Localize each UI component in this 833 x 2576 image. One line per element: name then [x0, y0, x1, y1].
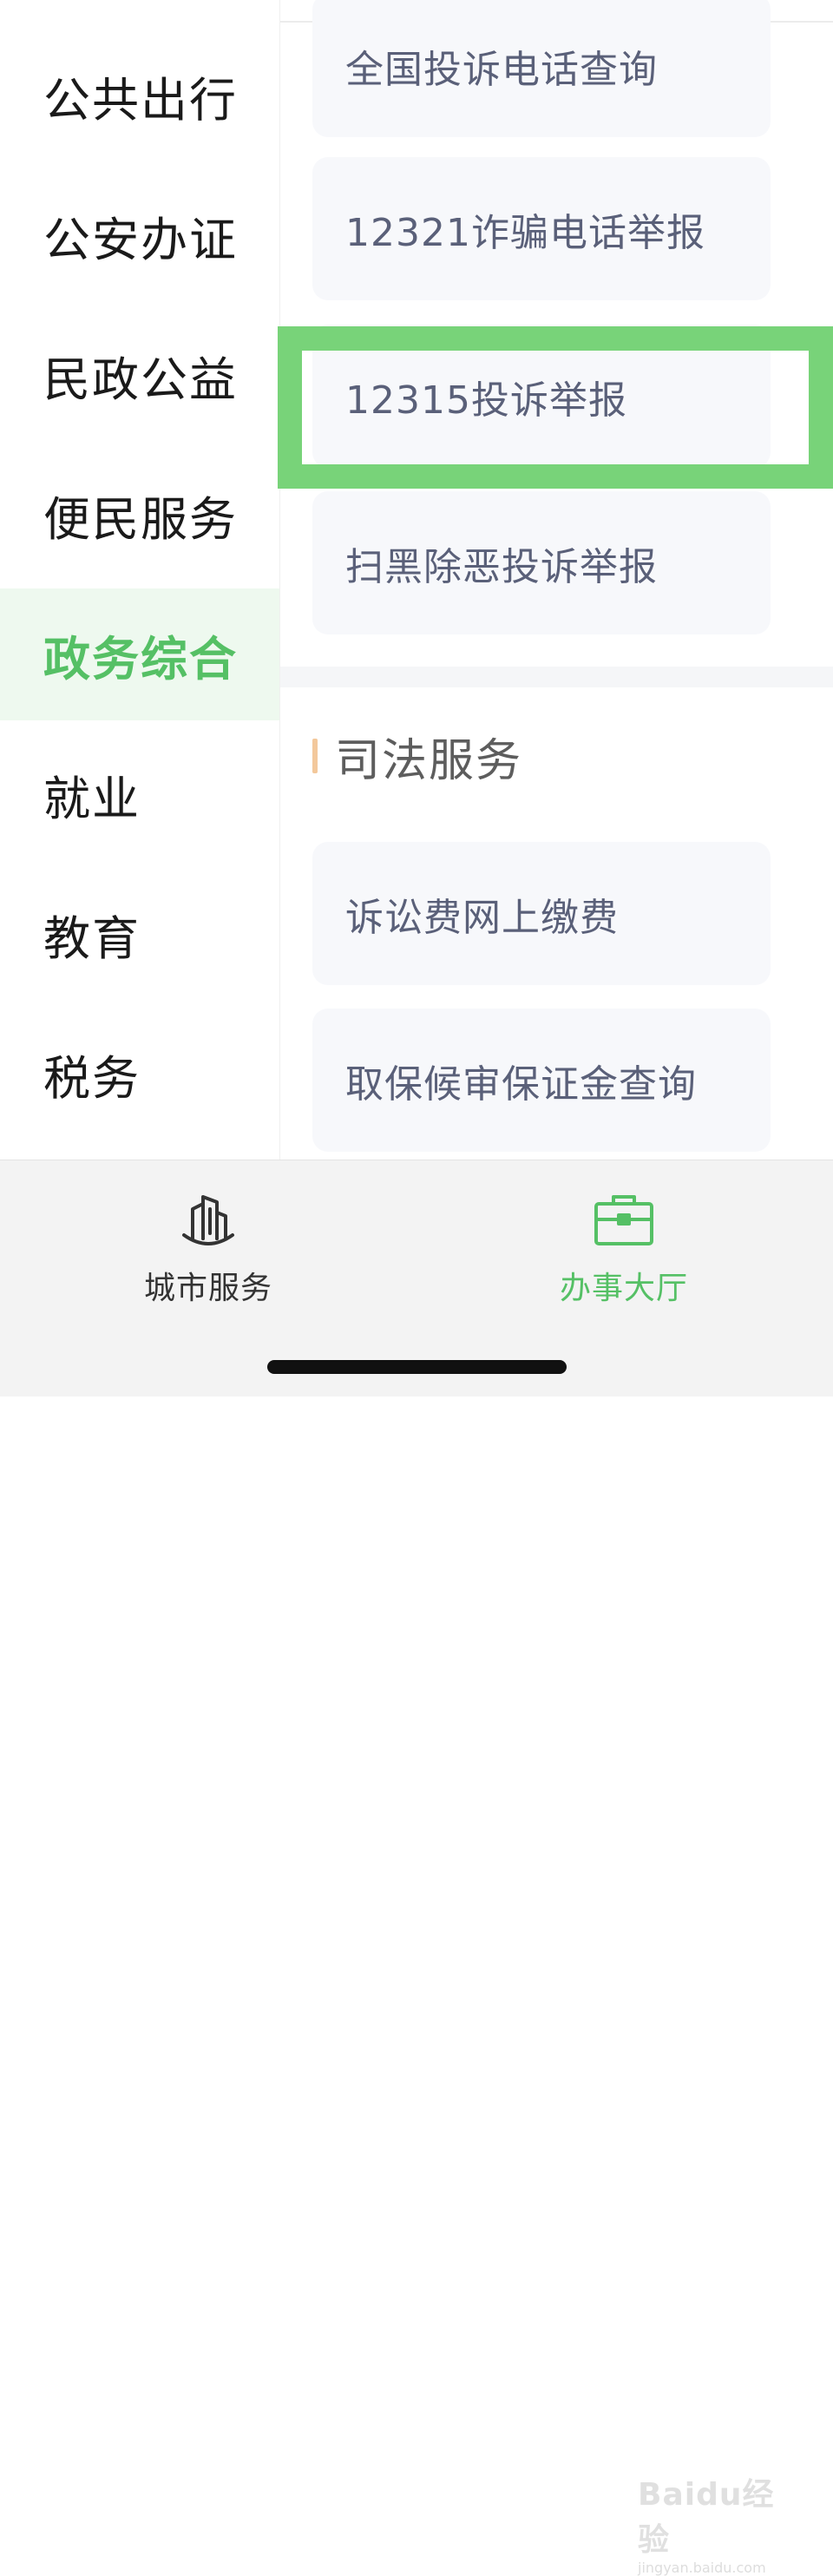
city-building-icon [182, 1195, 234, 1245]
service-card-label: 12321诈骗电话举报 [345, 210, 705, 255]
section-accent-bar [312, 739, 318, 773]
service-card-litigation-fee-payment[interactable]: 诉讼费网上缴费 [312, 842, 771, 985]
tab-service-hall[interactable]: 办事大厅 [537, 1186, 711, 1317]
service-card-label: 取保候审保证金查询 [345, 1061, 697, 1107]
section-title: 司法服务 [335, 734, 523, 787]
tab-label: 城市服务 [143, 1271, 272, 1306]
briefcase-icon [594, 1195, 653, 1245]
service-card-bail-deposit-lookup[interactable]: 取保候审保证金查询 [312, 1009, 771, 1152]
sidebar-item-public-transport[interactable]: 公共出行 [0, 30, 279, 161]
sidebar-item-employment[interactable]: 就业 [0, 728, 279, 860]
service-card-label: 全国投诉电话查询 [345, 47, 658, 92]
service-card-12315-complaint[interactable]: 12315投诉举报 [312, 325, 771, 468]
sidebar-item-civil-affairs[interactable]: 民政公益 [0, 309, 279, 441]
service-card-label: 12315投诉举报 [345, 378, 627, 423]
sidebar-item-education[interactable]: 教育 [0, 868, 279, 1000]
tab-label: 办事大厅 [559, 1271, 688, 1306]
service-card-anti-crime-report[interactable]: 扫黑除恶投诉举报 [312, 491, 771, 634]
service-card-label: 扫黑除恶投诉举报 [345, 544, 658, 589]
section-header-judicial: 司法服务 [312, 726, 523, 787]
sidebar-item-government-affairs[interactable]: 政务综合 [0, 588, 279, 720]
sidebar-item-convenience-services[interactable]: 便民服务 [0, 449, 279, 581]
service-card-12321-fraud-report[interactable]: 12321诈骗电话举报 [312, 157, 771, 300]
home-indicator[interactable] [267, 1360, 567, 1374]
sidebar-item-taxation[interactable]: 税务 [0, 1008, 279, 1140]
tab-city-services[interactable]: 城市服务 [121, 1186, 295, 1317]
watermark-url: jingyan.baidu.com [638, 2560, 766, 2576]
sidebar-item-public-security[interactable]: 公安办证 [0, 169, 279, 301]
section-divider [280, 667, 833, 687]
baidu-watermark: Baidu经验 jingyan.baidu.com [638, 2469, 803, 2576]
service-card-label: 诉讼费网上缴费 [345, 895, 619, 940]
watermark-logo: Baidu经验 [638, 2477, 775, 2558]
service-list: 全国投诉电话查询 12321诈骗电话举报 12315投诉举报 扫黑除恶投诉举报 … [280, 0, 833, 1160]
category-sidebar: 公共出行 公安办证 民政公益 便民服务 政务综合 就业 教育 税务 [0, 0, 280, 1160]
service-card-complaint-phone-lookup[interactable]: 全国投诉电话查询 [312, 0, 771, 137]
